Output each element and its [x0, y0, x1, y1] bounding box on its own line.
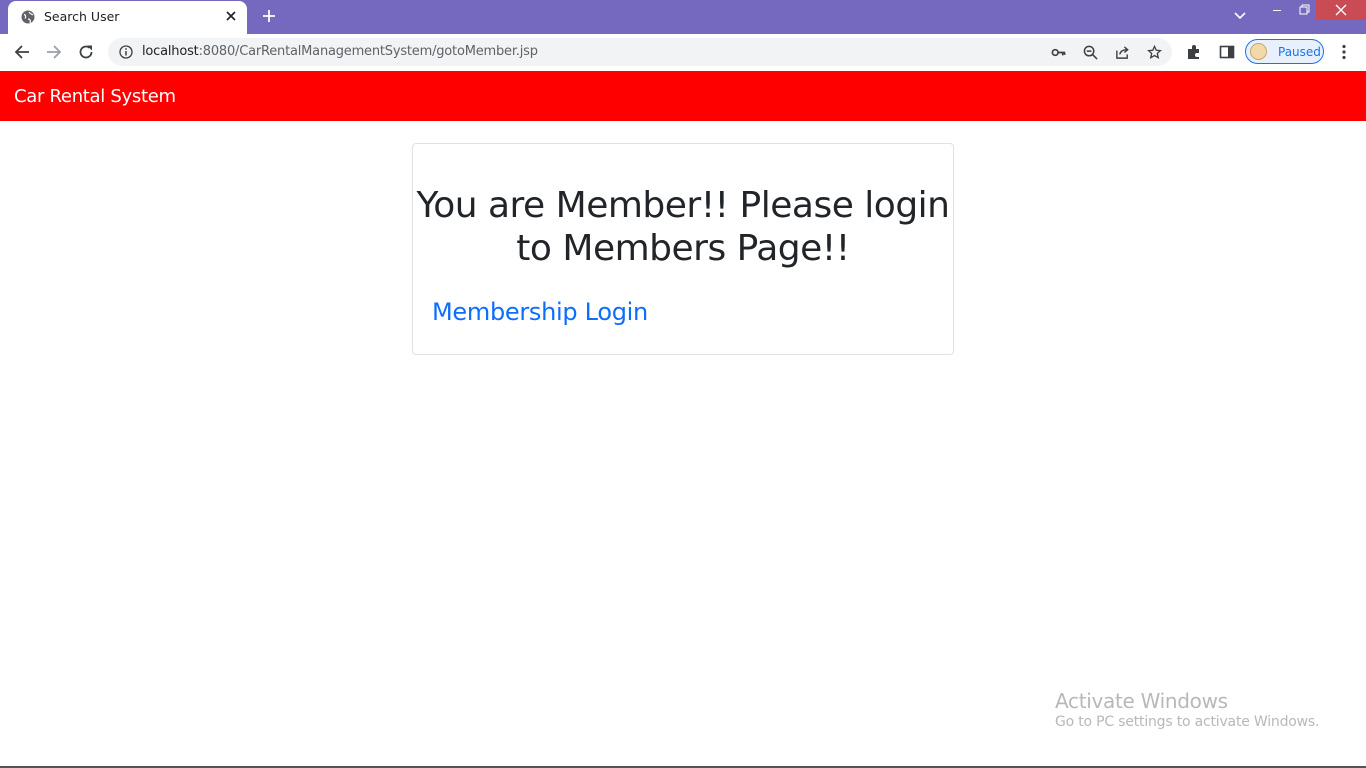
brand-link[interactable]: Car Rental System [14, 86, 176, 107]
site-info-icon[interactable] [119, 45, 133, 59]
bookmark-star-icon[interactable] [1147, 45, 1162, 60]
activate-windows-title: Activate Windows [1055, 689, 1228, 713]
minimize-icon [1273, 10, 1281, 11]
avatar [1250, 43, 1267, 60]
activate-windows-subtitle: Go to PC settings to activate Windows. [1055, 714, 1320, 730]
browser-toolbar: localhost:8080/CarRentalManagementSystem… [0, 34, 1366, 72]
reload-icon[interactable] [78, 44, 94, 60]
site-navbar: Car Rental System [0, 71, 1366, 121]
new-tab-icon[interactable] [262, 9, 276, 23]
restore-icon [1299, 4, 1310, 15]
close-window-button[interactable] [1316, 0, 1366, 20]
membership-login-link[interactable]: Membership Login [432, 298, 648, 326]
close-icon [1335, 4, 1347, 16]
chevron-down-icon[interactable] [1234, 12, 1246, 20]
globe-icon [21, 10, 35, 24]
member-card: You are Member!! Please login to Members… [412, 143, 954, 355]
profile-status-label: Paused [1278, 45, 1321, 59]
more-menu-icon[interactable] [1336, 44, 1352, 60]
share-icon[interactable] [1115, 45, 1130, 60]
extensions-puzzle-icon[interactable] [1186, 44, 1202, 60]
close-tab-icon[interactable] [225, 10, 237, 22]
address-bar[interactable]: localhost:8080/CarRentalManagementSystem… [108, 38, 1172, 66]
browser-tab[interactable]: Search User [8, 1, 247, 34]
url-text: localhost:8080/CarRentalManagementSystem… [142, 44, 538, 59]
restore-window-button[interactable] [1292, 0, 1316, 20]
minimize-window-button[interactable] [1266, 0, 1288, 20]
back-arrow-icon[interactable] [14, 44, 30, 60]
side-panel-icon[interactable] [1219, 44, 1235, 60]
key-icon[interactable] [1051, 45, 1066, 60]
forward-arrow-icon[interactable] [46, 44, 62, 60]
zoom-out-icon[interactable] [1083, 45, 1098, 60]
profile-paused-button[interactable]: Paused [1245, 39, 1324, 64]
tab-title: Search User [44, 9, 120, 24]
member-message-heading: You are Member!! Please login to Members… [416, 185, 950, 269]
browser-tab-strip: Search User [0, 0, 1366, 34]
